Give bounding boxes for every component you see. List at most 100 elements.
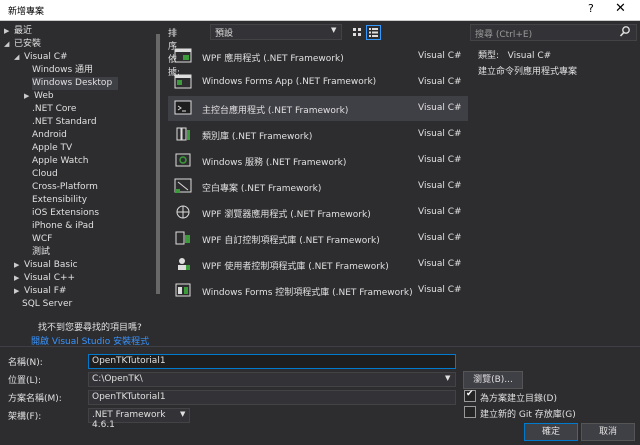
template-row[interactable]: Windows Forms App (.NET Framework) Visual… xyxy=(168,70,468,95)
tree-item[interactable]: ▶ Visual Basic xyxy=(14,259,78,272)
tree-item-label: Visual Basic xyxy=(24,260,78,270)
tree-item-label: iOS Extensions xyxy=(32,208,100,218)
create-dir-checkbox[interactable]: ✔ xyxy=(464,389,476,402)
tree-item[interactable]: iPhone & iPad xyxy=(24,220,94,233)
category-tree: ▶ 最近 ◢ 已安裝 ◢ Visual C# Windows 通用 Windows Deskt… xyxy=(0,21,163,344)
name-value: OpenTKTutorial1 xyxy=(92,356,166,366)
template-row[interactable]: 類別庫 (.NET Framework) Visual C# xyxy=(168,122,468,147)
cancel-button[interactable]: 取消 xyxy=(581,423,635,441)
template-row[interactable]: 主控台應用程式 (.NET Framework) Visual C# xyxy=(168,96,468,121)
tree-item-label: Windows 通用 xyxy=(32,65,94,75)
list-view-icon xyxy=(369,28,378,37)
close-button[interactable]: ✕ xyxy=(615,1,626,16)
tree-item[interactable]: Extensibility xyxy=(24,194,87,207)
tree-item-label: WCF xyxy=(32,234,53,244)
tree-item[interactable]: Android xyxy=(24,129,67,142)
tree-item[interactable]: 測試 xyxy=(24,246,50,259)
tree-item-label: .NET Core xyxy=(32,104,77,114)
ok-button[interactable]: 確定 xyxy=(524,423,578,441)
tree-item[interactable]: iOS Extensions xyxy=(24,207,99,220)
template-name: Windows 服務 (.NET Framework) xyxy=(202,158,347,168)
tree-item[interactable]: ▶ Web xyxy=(24,90,54,103)
framework-select[interactable]: .NET Framework 4.6.1 ▼ xyxy=(88,408,190,430)
tree-item[interactable]: WCF xyxy=(24,233,52,246)
winforms-app-icon xyxy=(174,74,192,90)
solution-label: 方案名稱(M): xyxy=(8,394,62,404)
collapse-arrow-icon[interactable]: ◢ xyxy=(4,38,14,51)
template-language: Visual C# xyxy=(418,259,462,269)
tree-item[interactable]: ◢ Visual C# xyxy=(14,51,68,64)
tree-item[interactable]: Windows Desktop xyxy=(32,77,119,90)
chevron-down-icon: ▼ xyxy=(331,26,337,34)
tree-item[interactable]: ▶ 最近 xyxy=(4,25,32,38)
template-row[interactable]: WPF 瀏覽器應用程式 (.NET Framework) Visual C# xyxy=(168,200,468,225)
location-input[interactable]: C:\OpenTK\ ▼ xyxy=(88,372,456,387)
tree-item-label: Visual F# xyxy=(24,286,67,296)
tree-item[interactable]: .NET Standard xyxy=(24,116,97,129)
tree-item-label: Apple TV xyxy=(32,143,73,153)
tree-item[interactable]: Apple TV xyxy=(24,142,72,155)
tree-item[interactable]: Apple Watch xyxy=(24,155,89,168)
git-checkbox[interactable] xyxy=(464,406,476,418)
tree-item-label: Windows Desktop xyxy=(32,78,113,88)
tree-item[interactable]: ▶ Visual F# xyxy=(14,285,66,298)
grid-view-icon xyxy=(353,28,361,36)
template-row[interactable]: WPF 應用程式 (.NET Framework) Visual C# xyxy=(168,44,468,69)
sort-select[interactable]: 預設 ▼ xyxy=(210,24,342,40)
template-name: Windows Forms App (.NET Framework) xyxy=(202,77,377,87)
template-row[interactable]: WPF 自訂控制項程式庫 (.NET Framework) Visual C# xyxy=(168,226,468,251)
tree-item[interactable]: SQL Server xyxy=(14,298,72,311)
template-row[interactable]: 空白專案 (.NET Framework) Visual C# xyxy=(168,174,468,199)
wpf-browser-app-icon xyxy=(174,204,192,220)
expand-arrow-icon[interactable]: ▶ xyxy=(14,259,24,272)
expand-arrow-icon[interactable]: ▶ xyxy=(14,272,24,285)
project-form: 名稱(N): OpenTKTutorial1 位置(L): C:\OpenTK\… xyxy=(0,346,640,445)
git-label: 建立新的 Git 存放庫(G) xyxy=(480,410,576,420)
template-language: Visual C# xyxy=(418,233,462,243)
list-view-button[interactable] xyxy=(366,25,381,40)
template-language: Visual C# xyxy=(418,51,462,61)
search-placeholder: 搜尋 (Ctrl+E) xyxy=(475,30,533,40)
tree-item[interactable]: ◢ 已安裝 xyxy=(4,38,41,51)
tree-scrollbar[interactable] xyxy=(155,24,161,324)
template-description: 建立命令列應用程式專案 xyxy=(478,67,578,77)
tree-item[interactable]: Cloud xyxy=(24,168,58,181)
expand-arrow-icon[interactable]: ▶ xyxy=(14,285,24,298)
name-input[interactable]: OpenTKTutorial1 xyxy=(88,354,456,369)
search-icon[interactable] xyxy=(619,25,631,42)
tree-item[interactable]: Windows 通用 xyxy=(24,64,93,77)
tree-scrollbar-thumb[interactable] xyxy=(156,34,160,294)
expand-arrow-icon[interactable]: ▶ xyxy=(24,90,34,103)
template-row[interactable]: Windows Forms 控制項程式庫 (.NET Framework) Vis… xyxy=(168,278,468,303)
grid-view-button[interactable] xyxy=(350,25,365,40)
browse-button[interactable]: 瀏覽(B)... xyxy=(463,371,523,389)
collapse-arrow-icon[interactable]: ◢ xyxy=(14,51,24,64)
search-box[interactable]: 搜尋 (Ctrl+E) xyxy=(470,24,637,41)
tree-item[interactable]: Cross-Platform xyxy=(24,181,98,194)
chevron-down-icon: ▼ xyxy=(445,374,451,382)
template-row[interactable]: Windows 服務 (.NET Framework) Visual C# xyxy=(168,148,468,173)
tree-item-label: SQL Server xyxy=(22,299,73,309)
tree-item[interactable]: .NET Core xyxy=(24,103,76,116)
window-title: 新增專案 xyxy=(8,7,45,17)
tree-item-label: 最近 xyxy=(14,26,33,36)
template-name: WPF 瀏覽器應用程式 (.NET Framework) xyxy=(202,210,371,220)
template-language: Visual C# xyxy=(418,103,462,113)
solution-input[interactable]: OpenTKTutorial1 xyxy=(88,390,456,405)
title-bar: 新增專案 ? ✕ xyxy=(0,0,640,21)
tree-item-label: Visual C++ xyxy=(24,273,76,283)
windows-service-icon xyxy=(174,152,192,168)
expand-arrow-icon[interactable]: ▶ xyxy=(4,25,14,38)
checkmark-icon: ✔ xyxy=(466,389,474,399)
template-row[interactable]: WPF 使用者控制項程式庫 (.NET Framework) Visual C# xyxy=(168,252,468,277)
name-label: 名稱(N): xyxy=(8,358,43,368)
location-label: 位置(L): xyxy=(8,376,42,386)
template-name: 類別庫 (.NET Framework) xyxy=(202,132,313,142)
sort-value: 預設 xyxy=(215,29,234,39)
tree-item[interactable]: ▶ Visual C++ xyxy=(14,272,75,285)
tree-item-label: Android xyxy=(32,130,67,140)
help-button[interactable]: ? xyxy=(588,2,594,15)
template-language: Visual C# xyxy=(418,77,462,87)
tree-item-label: iPhone & iPad xyxy=(32,221,94,231)
chevron-down-icon: ▼ xyxy=(180,410,186,418)
